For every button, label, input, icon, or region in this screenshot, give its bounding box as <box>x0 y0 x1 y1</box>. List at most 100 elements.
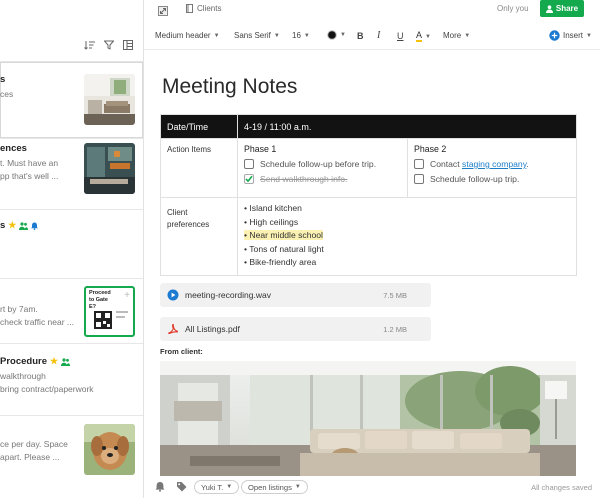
checkbox[interactable] <box>414 159 424 169</box>
font-family-dropdown[interactable]: Sans Serif ▼ <box>234 31 280 40</box>
chevron-down-icon: ▼ <box>294 484 301 490</box>
note-title: s <box>0 220 6 231</box>
note-snippet: ce per day. Space apart. Please ... <box>0 439 68 462</box>
note-list-item[interactable]: Procedure ★ walkthrough bring contract/p… <box>0 344 143 416</box>
attachment-audio[interactable]: meeting-recording.wav 7.5 MB <box>160 283 431 307</box>
note-snippet: t. Must have an pp that's well ... <box>0 158 59 181</box>
phase2-cell[interactable]: Phase 2 Contact staging company. Schedul… <box>407 138 577 198</box>
checklist-item[interactable]: Contact staging company. <box>414 159 570 169</box>
preference-item: • Island kitchen <box>244 203 302 213</box>
note-list-item[interactable]: ences t. Must have an pp that's well ... <box>0 139 143 210</box>
expand-icon[interactable] <box>158 3 168 21</box>
font-family-value: Sans Serif <box>234 31 271 40</box>
attachment-name: All Listings.pdf <box>185 324 240 334</box>
notebook-icon <box>186 4 193 13</box>
checklist-text: Contact <box>430 159 460 169</box>
paragraph-style-value: Medium header <box>155 31 211 40</box>
breadcrumb[interactable]: Clients <box>186 4 221 13</box>
italic-button[interactable]: I <box>377 30 380 41</box>
preference-item: • Tons of natural light <box>244 243 324 254</box>
font-size-dropdown[interactable]: 16 ▼ <box>292 31 310 40</box>
editor-footer: Yuki T. ▼ Open listings ▼ All changes save… <box>144 476 600 498</box>
checkbox[interactable] <box>244 159 254 169</box>
checkbox-checked[interactable] <box>244 174 254 184</box>
user-tag-pill[interactable]: Yuki T. ▼ <box>194 480 240 494</box>
checkmark-icon <box>244 174 254 184</box>
preference-item: • High ceilings <box>244 216 299 227</box>
phase1-title: Phase 1 <box>244 144 277 154</box>
editor-topbar: Clients Only you Share <box>144 0 600 20</box>
shared-users-icon <box>61 357 71 366</box>
chevron-down-icon: ▼ <box>586 32 592 39</box>
insert-label: Insert <box>563 31 584 40</box>
insert-dropdown[interactable]: Insert ▼ <box>549 30 592 41</box>
checklist-text: Send walkthrough info. <box>260 174 348 184</box>
checklist-text-suffix: . <box>526 159 529 169</box>
sharing-status: Only you <box>497 4 529 13</box>
attachment-name: meeting-recording.wav <box>185 290 271 300</box>
preference-item-highlighted: • Near middle school <box>244 230 323 241</box>
reminder-icon[interactable] <box>155 481 165 494</box>
preferences-cell[interactable]: • Island kitchen • High ceilings • Near … <box>237 197 577 276</box>
attachment-size: 1.2 MB <box>383 324 407 334</box>
formatting-toolbar: Medium header ▼ Sans Serif ▼ 16 ▼ ▼ B I U A… <box>144 24 600 50</box>
note-list-panel: s ces ences t. Must have an pp that's we… <box>0 0 144 498</box>
highlight-dropdown[interactable]: A ▼ <box>416 31 431 42</box>
checklist-item[interactable]: Send walkthrough info. <box>244 174 401 184</box>
checklist-item[interactable]: Schedule follow-up trip. <box>414 174 570 184</box>
table-header-value[interactable]: 4-19 / 11:00 a.m. <box>237 114 577 139</box>
note-snippet: walkthrough bring contract/paperwork <box>0 371 94 394</box>
note-title: s <box>0 74 6 85</box>
attachment-size: 7.5 MB <box>383 290 407 300</box>
share-button[interactable]: Share <box>540 0 584 17</box>
save-status: All changes saved <box>531 483 592 492</box>
note-thumbnail-dog <box>84 424 135 475</box>
app-window: s ces ences t. Must have an pp that's we… <box>0 0 600 498</box>
tag-pill[interactable]: Open listings ▼ <box>241 480 308 494</box>
table-header-label[interactable]: Date/Time <box>160 114 238 139</box>
filter-icon[interactable] <box>104 40 114 50</box>
breadcrumb-notebook[interactable]: Clients <box>197 4 221 13</box>
sort-icon[interactable] <box>84 40 95 50</box>
chevron-down-icon: ▼ <box>464 32 471 39</box>
note-title-heading[interactable]: Meeting Notes <box>162 75 297 99</box>
note-editor: Clients Only you Share Medium header ▼ Sa… <box>144 0 600 498</box>
attachment-pdf[interactable]: All Listings.pdf 1.2 MB <box>160 317 431 341</box>
meeting-notes-table: Date/Time 4-19 / 11:00 a.m. Action Items… <box>160 114 577 276</box>
checkbox[interactable] <box>414 174 424 184</box>
paragraph-style-dropdown[interactable]: Medium header ▼ <box>155 31 220 40</box>
phase1-cell[interactable]: Phase 1 Schedule follow-up before trip. … <box>237 138 408 198</box>
chevron-down-icon: ▼ <box>340 32 346 38</box>
tag-name: Open listings <box>248 482 292 492</box>
from-client-label: From client: <box>160 347 203 356</box>
chevron-down-icon: ▼ <box>303 32 310 39</box>
bold-button[interactable]: B <box>357 31 364 41</box>
preference-item: • Bike-friendly area <box>244 257 317 268</box>
note-thumbnail-boarding-pass: Proceed to Gate E? + <box>84 286 135 337</box>
chevron-down-icon: ▼ <box>273 32 280 39</box>
underline-button[interactable]: U <box>397 31 404 41</box>
note-list-item[interactable]: ce per day. Space apart. Please ... <box>0 416 143 496</box>
note-thumbnail-living-room <box>84 74 135 125</box>
note-list-item[interactable]: s ★ <box>0 210 143 279</box>
staging-company-link[interactable]: staging company <box>462 159 526 169</box>
checklist-text: Schedule follow-up before trip. <box>260 159 377 169</box>
note-list-item[interactable]: rt by 7am. check traffic near ... Procee… <box>0 279 143 344</box>
note-thumbnail-kitchen <box>84 143 135 194</box>
note-title: ences <box>0 143 27 154</box>
chevron-down-icon: ▼ <box>425 33 431 40</box>
star-icon: ★ <box>50 356 59 366</box>
client-preferences-label[interactable]: Client preferences <box>160 197 238 276</box>
text-color-icon <box>327 30 337 40</box>
note-list-header <box>0 0 143 62</box>
text-color-dropdown[interactable]: ▼ <box>327 30 346 40</box>
tag-icon[interactable] <box>176 481 187 494</box>
checklist-item[interactable]: Schedule follow-up before trip. <box>244 159 401 169</box>
audio-icon <box>167 289 179 301</box>
action-items-label[interactable]: Action Items <box>160 138 238 198</box>
living-room-photo[interactable] <box>160 361 576 476</box>
view-options-icon[interactable] <box>123 40 133 50</box>
chevron-down-icon: ▼ <box>226 484 233 490</box>
more-formatting-dropdown[interactable]: More ▼ <box>443 31 470 40</box>
note-list-item[interactable]: s ces <box>0 62 143 139</box>
